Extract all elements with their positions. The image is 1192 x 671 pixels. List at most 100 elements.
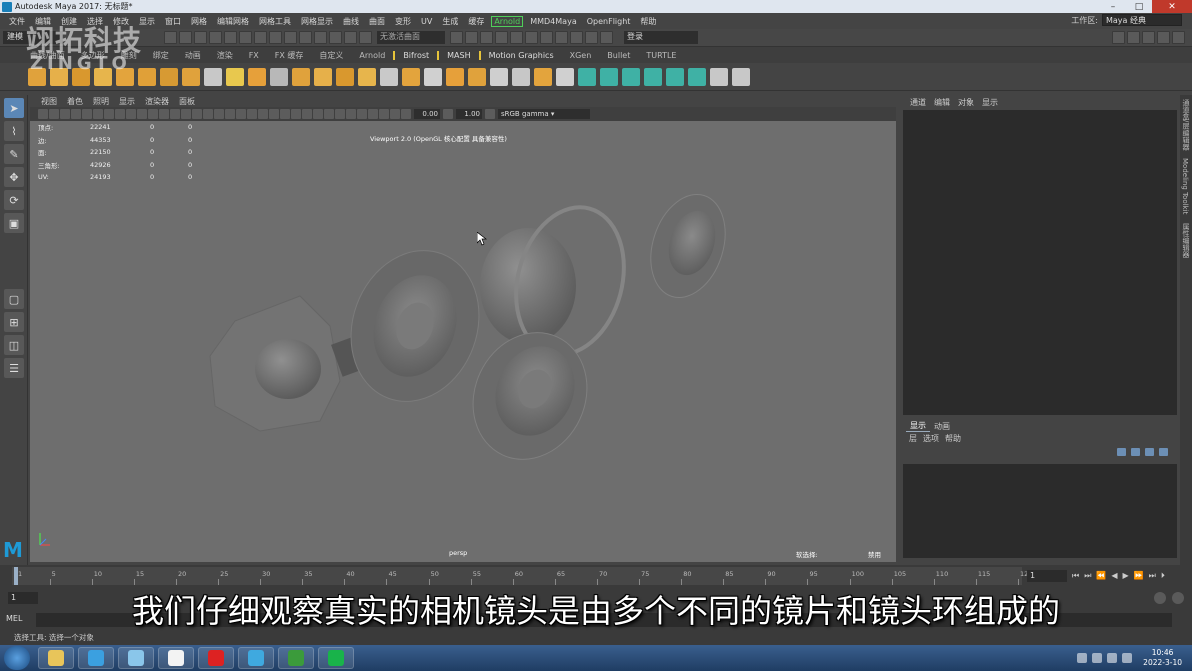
playback-button-2[interactable]: ⏪ bbox=[1096, 571, 1106, 581]
status-tool-icon[interactable] bbox=[179, 31, 192, 44]
taskbar-app-button[interactable] bbox=[198, 647, 234, 669]
viewport-tool-icon[interactable] bbox=[302, 109, 312, 119]
scale-tool-icon[interactable]: ▣ bbox=[4, 213, 24, 233]
status-tool-icon[interactable] bbox=[1142, 31, 1155, 44]
menu-item-8[interactable]: 编辑网格 bbox=[212, 16, 254, 27]
viewport-tool-icon[interactable] bbox=[236, 109, 246, 119]
two-view-icon[interactable]: ◫ bbox=[4, 335, 24, 355]
shelf-tool-icon[interactable] bbox=[688, 67, 706, 86]
status-tool-icon[interactable] bbox=[1112, 31, 1125, 44]
viewport-tool-icon[interactable] bbox=[82, 109, 92, 119]
select-tool-icon[interactable]: ➤ bbox=[4, 98, 24, 118]
status-tool-icon[interactable] bbox=[194, 31, 207, 44]
rotate-tool-icon[interactable]: ⟳ bbox=[4, 190, 24, 210]
menu-item-extra-0[interactable]: MMD4Maya bbox=[525, 17, 582, 26]
channel-menu-0[interactable]: 通道 bbox=[906, 97, 930, 108]
shelf-tool-icon[interactable] bbox=[248, 67, 266, 86]
status-tool-icon[interactable] bbox=[254, 31, 267, 44]
new-layer-icon[interactable] bbox=[1145, 448, 1154, 456]
viewport-tool-icon[interactable] bbox=[368, 109, 378, 119]
shelf-tool-icon[interactable] bbox=[578, 67, 596, 86]
taskbar-app-button[interactable] bbox=[158, 647, 194, 669]
viewport-tool-icon[interactable] bbox=[192, 109, 202, 119]
clock[interactable]: 10:46 2022-3-10 bbox=[1143, 648, 1182, 668]
shelf-tool-icon[interactable] bbox=[424, 67, 442, 86]
menu-item-6[interactable]: 窗口 bbox=[160, 16, 186, 27]
shelf-tab-12[interactable]: Motion Graphics bbox=[478, 50, 562, 60]
shelf-tab-8[interactable]: 自定义 bbox=[311, 50, 351, 61]
shelf-tool-icon[interactable] bbox=[314, 67, 332, 86]
viewport-menu-0[interactable]: 视图 bbox=[36, 96, 62, 107]
shelf-tool-icon[interactable] bbox=[710, 67, 728, 86]
new-layer-selected-icon[interactable] bbox=[1159, 448, 1168, 456]
menu-item-arnold[interactable]: Arnold bbox=[491, 15, 524, 27]
shelf-tool-icon[interactable] bbox=[358, 67, 376, 86]
viewport-tool-icon[interactable] bbox=[181, 109, 191, 119]
colorspace-dropdown[interactable]: sRGB gamma ▾ bbox=[498, 109, 590, 119]
status-tool-icon[interactable] bbox=[495, 31, 508, 44]
shelf-tool-icon[interactable] bbox=[512, 67, 530, 86]
maximize-button[interactable]: □ bbox=[1126, 0, 1152, 13]
viewport-menu-5[interactable]: 面板 bbox=[174, 96, 200, 107]
shelf-tool-icon[interactable] bbox=[600, 67, 618, 86]
login-dropdown[interactable]: 登录 bbox=[624, 31, 698, 44]
status-tool-icon[interactable] bbox=[344, 31, 357, 44]
shelf-tab-7[interactable]: FX 缓存 bbox=[267, 50, 312, 61]
viewport-tool-icon[interactable] bbox=[280, 109, 290, 119]
side-tab-0[interactable]: 通道盒/层编辑器 bbox=[1181, 95, 1191, 154]
notify-icon[interactable] bbox=[1122, 653, 1133, 663]
viewport-tool-icon[interactable] bbox=[390, 109, 400, 119]
shelf-tool-icon[interactable] bbox=[292, 67, 310, 86]
menu-item-16[interactable]: 缓存 bbox=[463, 16, 489, 27]
viewport-tool-icon[interactable] bbox=[225, 109, 235, 119]
status-tool-icon[interactable] bbox=[540, 31, 553, 44]
menu-item-12[interactable]: 曲面 bbox=[364, 16, 390, 27]
status-tool-icon[interactable] bbox=[450, 31, 463, 44]
shelf-tab-13[interactable]: XGen bbox=[562, 51, 600, 60]
colorspace-toggle-icon[interactable] bbox=[485, 109, 495, 119]
taskbar-app-button[interactable] bbox=[78, 647, 114, 669]
shelf-tab-11[interactable]: MASH bbox=[437, 50, 478, 60]
viewport-menu-4[interactable]: 渲染器 bbox=[140, 96, 174, 107]
status-tool-icon[interactable] bbox=[600, 31, 613, 44]
minimize-button[interactable]: – bbox=[1100, 0, 1126, 13]
status-tool-icon[interactable] bbox=[269, 31, 282, 44]
status-tool-icon[interactable] bbox=[329, 31, 342, 44]
outliner-icon[interactable]: ☰ bbox=[4, 358, 24, 378]
gamma-field[interactable]: 1.00 bbox=[456, 109, 482, 119]
viewport-tool-icon[interactable] bbox=[335, 109, 345, 119]
shelf-tool-icon[interactable] bbox=[732, 67, 750, 86]
taskbar-app-button[interactable] bbox=[238, 647, 274, 669]
viewport-tool-icon[interactable] bbox=[324, 109, 334, 119]
playback-button-6[interactable]: ⏭ bbox=[1149, 571, 1156, 581]
status-tool-icon[interactable] bbox=[510, 31, 523, 44]
menu-item-10[interactable]: 网格显示 bbox=[296, 16, 338, 27]
viewport-tool-icon[interactable] bbox=[203, 109, 213, 119]
layer-tab-1[interactable]: 动画 bbox=[930, 421, 954, 432]
shelf-tab-14[interactable]: Bullet bbox=[599, 51, 638, 60]
shelf-tool-icon[interactable] bbox=[160, 67, 178, 86]
taskbar-app-button[interactable] bbox=[118, 647, 154, 669]
shelf-tool-icon[interactable] bbox=[336, 67, 354, 86]
shelf-tool-icon[interactable] bbox=[644, 67, 662, 86]
viewport-tool-icon[interactable] bbox=[247, 109, 257, 119]
shelf-tool-icon[interactable] bbox=[204, 67, 222, 86]
taskbar-app-button[interactable] bbox=[38, 647, 74, 669]
shelf-tool-icon[interactable] bbox=[446, 67, 464, 86]
status-tool-icon[interactable] bbox=[1172, 31, 1185, 44]
taskbar-app-button[interactable] bbox=[278, 647, 314, 669]
viewport-tool-icon[interactable] bbox=[291, 109, 301, 119]
menu-item-7[interactable]: 网格 bbox=[186, 16, 212, 27]
playback-button-4[interactable]: ▶ bbox=[1123, 571, 1129, 581]
status-tool-icon[interactable] bbox=[209, 31, 222, 44]
viewport-tool-icon[interactable] bbox=[38, 109, 48, 119]
shelf-tab-15[interactable]: TURTLE bbox=[638, 51, 684, 60]
status-tool-icon[interactable] bbox=[1127, 31, 1140, 44]
side-tab-2[interactable]: 属性编辑器 bbox=[1181, 219, 1191, 262]
shelf-tool-icon[interactable] bbox=[534, 67, 552, 86]
ime-icon[interactable] bbox=[1077, 653, 1088, 663]
shelf-tab-5[interactable]: 渲染 bbox=[209, 50, 241, 61]
status-tool-icon[interactable] bbox=[585, 31, 598, 44]
current-frame-field[interactable]: 1 bbox=[1027, 570, 1067, 582]
viewport-tool-icon[interactable] bbox=[104, 109, 114, 119]
